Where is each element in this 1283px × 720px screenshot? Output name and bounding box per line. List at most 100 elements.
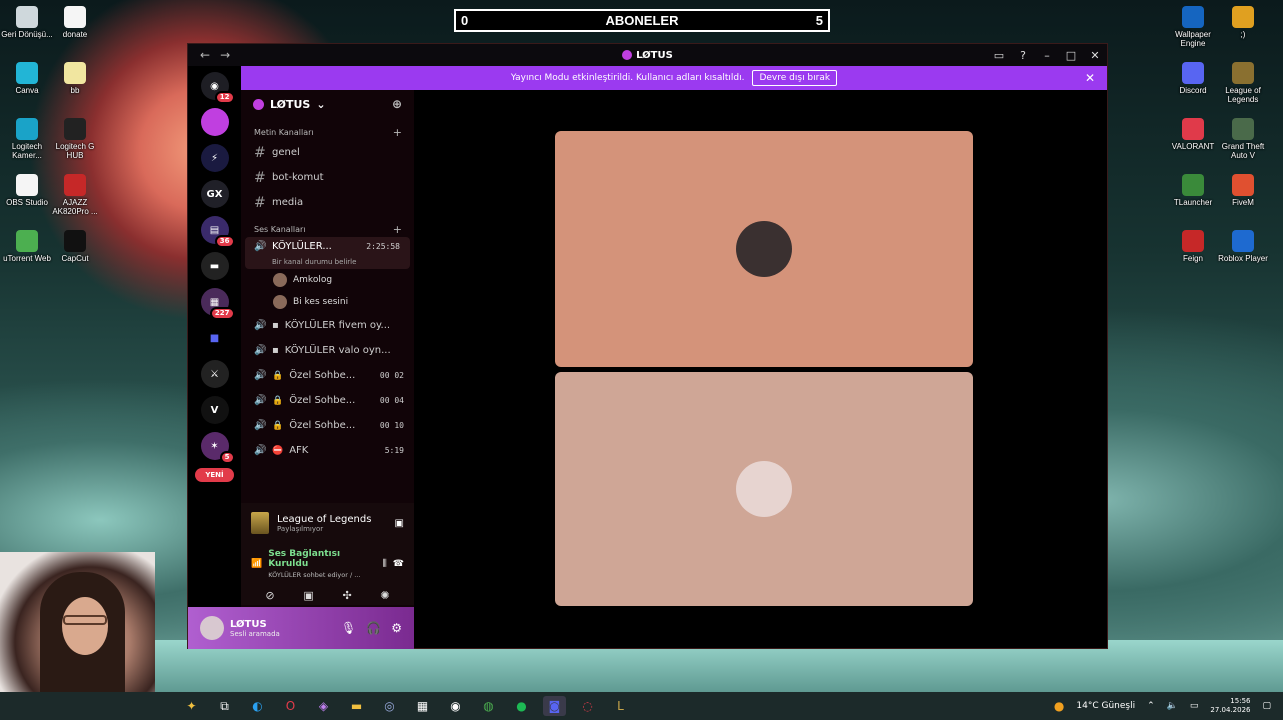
text-category[interactable]: Metin Kanalları + xyxy=(241,124,414,140)
desktop-icon[interactable]: Logitech Kamer... xyxy=(0,118,54,160)
server-header[interactable]: LØTUS ⌄ ⊕ xyxy=(241,90,414,118)
desktop-icon[interactable]: Geri Dönüşü... xyxy=(0,6,54,39)
weather-text[interactable]: 14°C Güneşli xyxy=(1076,701,1135,711)
desktop-icon-label: uTorrent Web xyxy=(3,254,51,263)
text-channel[interactable]: # bot-komut xyxy=(241,165,414,190)
server-10-icon[interactable]: ✶ 5 xyxy=(200,432,235,464)
text-channel[interactable]: # media xyxy=(241,190,414,215)
file-explorer-icon[interactable]: ▬ xyxy=(345,696,368,716)
clock[interactable]: 15:56 27.04.2026 xyxy=(1210,697,1250,715)
voice-member[interactable]: Amkolog xyxy=(241,269,414,291)
desktop-icon[interactable]: VALORANT xyxy=(1166,118,1220,151)
new-pill[interactable]: YENİ xyxy=(195,468,234,482)
copilot-icon[interactable]: ◈ xyxy=(312,696,335,716)
server-folder-icon[interactable]: ▤ 36 xyxy=(200,216,235,248)
voice-category[interactable]: Ses Kanalları + xyxy=(241,221,414,237)
server-8-icon[interactable]: ⚔ xyxy=(200,360,229,388)
voice-channel[interactable]: 🔊 ▪ KÖYLÜLER valo oyn... xyxy=(241,338,414,363)
server-2-icon[interactable]: ⚡ xyxy=(200,144,229,172)
desktop-icon[interactable]: Feign xyxy=(1166,230,1220,263)
desktop-icon[interactable]: OBS Studio xyxy=(0,174,54,207)
desktop-icon[interactable]: donate xyxy=(48,6,102,39)
chrome-icon[interactable]: ◍ xyxy=(477,696,500,716)
activities-icon[interactable]: ✣ xyxy=(342,589,351,602)
discord-taskbar-icon[interactable]: ◙ xyxy=(543,696,566,716)
voice-category-label: Ses Kanalları xyxy=(254,224,306,234)
channel-status[interactable]: Bir kanal durumu belirle xyxy=(254,258,400,266)
gear-icon[interactable]: ⚙ xyxy=(391,621,402,635)
disconnect-icon[interactable]: ☎ xyxy=(393,559,404,569)
screen-share-icon[interactable]: ▣ xyxy=(395,518,404,529)
user-avatar[interactable] xyxy=(200,616,224,640)
desktop-icon-label: Discord xyxy=(1179,86,1207,95)
soundboard-icon[interactable]: ✺ xyxy=(380,589,389,602)
voice-channel-active[interactable]: 🔊 KÖYLÜLER... 2:25:58 Bir kanal durumu b… xyxy=(245,237,410,269)
server-folder-blue-icon[interactable]: ■ xyxy=(200,324,229,352)
server-v-icon[interactable]: V xyxy=(200,396,229,424)
screen-share-button-icon[interactable]: ▣ xyxy=(303,589,313,602)
network-icon[interactable]: ▭ xyxy=(1190,701,1199,711)
widgets-icon[interactable]: ✦ xyxy=(180,696,203,716)
desktop-icon[interactable]: ;) xyxy=(1216,6,1270,39)
server-gx-icon[interactable]: GX xyxy=(200,180,229,208)
desktop-icon[interactable]: uTorrent Web xyxy=(0,230,54,263)
user-panel: LØTUS Sesli aramada 🎙 🎧 ⚙ xyxy=(188,607,414,649)
voice-location[interactable]: KÖYLÜLER sohbet ediyor / ... xyxy=(268,571,376,579)
desktop-icon[interactable]: Discord xyxy=(1166,62,1220,95)
disable-streamer-mode-button[interactable]: Devre dışı bırak xyxy=(752,70,838,86)
add-member-icon[interactable]: ⊕ xyxy=(392,97,402,111)
desktop-icon-label: VALORANT xyxy=(1171,142,1215,151)
voice-channel[interactable]: 🔊 🔒 Özel Sohbe... 00 10 xyxy=(241,413,414,438)
video-tile-2[interactable] xyxy=(555,372,973,606)
server-5-icon[interactable]: ▬ xyxy=(200,252,229,280)
tray-chevron-icon[interactable]: ⌃ xyxy=(1147,701,1155,711)
desktop-icon[interactable]: CapCut xyxy=(48,230,102,263)
activity-game: League of Legends xyxy=(277,513,372,525)
microphone-icon[interactable]: 🎙 xyxy=(341,621,356,635)
desktop-icon-label: Grand Theft Auto V xyxy=(1221,142,1265,160)
desktop-icon[interactable]: League of Legends xyxy=(1216,62,1270,104)
edge-icon[interactable]: ◐ xyxy=(246,696,269,716)
desktop-icon[interactable]: FiveM xyxy=(1216,174,1270,207)
active-voice-name: KÖYLÜLER... xyxy=(272,240,332,252)
valorant-taskbar-icon[interactable]: ◌ xyxy=(576,696,599,716)
desktop-icon[interactable]: bb xyxy=(48,62,102,95)
server-6-icon[interactable]: ▦ 227 xyxy=(200,288,235,320)
voice-channel[interactable]: 🔊 ▪ KÖYLÜLER fivem oy... xyxy=(241,313,414,338)
channel-label: KÖYLÜLER valo oyn... xyxy=(284,345,391,356)
voice-channel[interactable]: 🔊 🔒 Özel Sohbe... 00 02 xyxy=(241,363,414,388)
voice-member[interactable]: Bi kes sesini xyxy=(241,291,414,313)
text-channel[interactable]: # genel xyxy=(241,140,414,165)
desktop-icon[interactable]: Wallpaper Engine xyxy=(1166,6,1220,48)
desktop-icon[interactable]: AJAZZ AK820Pro ... xyxy=(48,174,102,216)
noise-suppression-icon[interactable]: ⫼ xyxy=(383,559,387,569)
opera-icon[interactable]: O xyxy=(279,696,302,716)
activity-status: Paylaşılmıyor xyxy=(277,524,324,533)
spotify-icon[interactable]: ● xyxy=(510,696,533,716)
window-title-text: LØTUS xyxy=(636,49,673,61)
add-text-channel-icon[interactable]: + xyxy=(393,126,402,139)
headphones-icon[interactable]: 🎧 xyxy=(366,621,381,635)
obs-icon[interactable]: ◉ xyxy=(444,696,467,716)
add-voice-channel-icon[interactable]: + xyxy=(393,223,402,236)
utorrent-icon xyxy=(16,230,38,252)
video-tile-1[interactable] xyxy=(555,131,973,367)
participant-avatar-2 xyxy=(736,461,792,517)
league-taskbar-icon[interactable]: L xyxy=(609,696,632,716)
store-icon[interactable]: ▦ xyxy=(411,696,434,716)
voice-channel[interactable]: 🔊 ⛔ AFK 5:19 xyxy=(241,438,414,463)
camera-off-icon[interactable]: ⊘ xyxy=(265,589,274,602)
desktop-icon[interactable]: Canva xyxy=(0,62,54,95)
server-lotus-icon[interactable] xyxy=(200,108,229,136)
banner-close-icon[interactable]: ✕ xyxy=(1085,71,1095,85)
desktop-icon[interactable]: TLauncher xyxy=(1166,174,1220,207)
notification-icon[interactable]: ▢ xyxy=(1262,701,1271,711)
steam-icon[interactable]: ◎ xyxy=(378,696,401,716)
desktop-icon[interactable]: Grand Theft Auto V xyxy=(1216,118,1270,160)
desktop-icon[interactable]: Roblox Player xyxy=(1216,230,1270,263)
volume-icon[interactable]: 🔈 xyxy=(1167,701,1178,711)
home-discord-icon[interactable]: ◉ 12 xyxy=(200,72,235,104)
task-view-icon[interactable]: ⧉ xyxy=(213,696,236,716)
desktop-icon[interactable]: Logitech G HUB xyxy=(48,118,102,160)
voice-channel[interactable]: 🔊 🔒 Özel Sohbe... 00 04 xyxy=(241,388,414,413)
